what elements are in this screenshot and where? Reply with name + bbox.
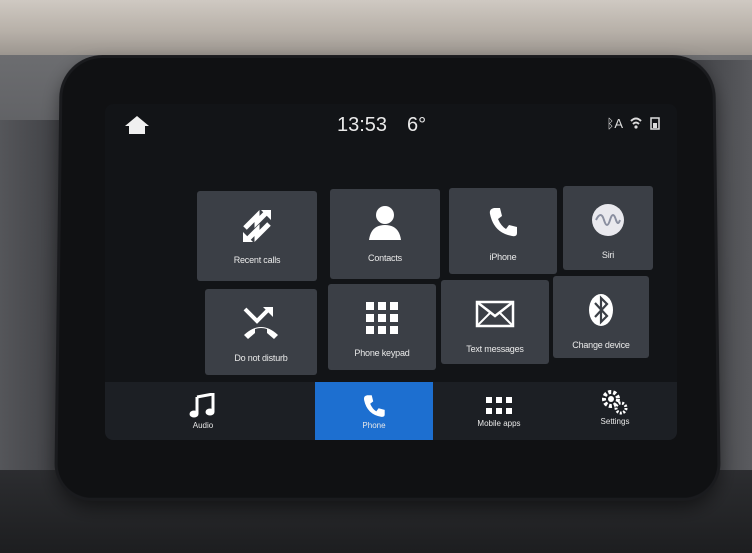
- tile-label: Phone keypad: [354, 348, 410, 358]
- music-note-icon: [189, 392, 215, 417]
- tile-phone-keypad[interactable]: Phone keypad: [328, 284, 436, 370]
- envelope-icon: [473, 294, 517, 334]
- tile-label: iPhone: [489, 252, 517, 262]
- tile-label: Text messages: [466, 344, 524, 354]
- nav-label: Settings: [600, 416, 630, 426]
- infotainment-screen: 13:53 6° ᛒA Recent calls Contacts iPhone…: [105, 104, 677, 440]
- gear-icon: [602, 389, 628, 414]
- nav-mobile-apps[interactable]: Mobile apps: [449, 382, 549, 440]
- bottom-nav: Audio Phone Mobile apps Settings: [105, 382, 677, 440]
- nav-phone[interactable]: Phone: [315, 382, 433, 440]
- tile-iphone[interactable]: iPhone: [449, 188, 557, 274]
- status-indicators: ᛒA: [607, 116, 661, 131]
- tile-change-device[interactable]: Change device: [553, 276, 649, 358]
- status-bar: 13:53 6° ᛒA: [105, 104, 677, 144]
- tile-label: Siri: [601, 250, 615, 260]
- phone-icon: [481, 202, 525, 242]
- recent-calls-icon: [235, 205, 279, 245]
- nav-settings[interactable]: Settings: [565, 374, 665, 440]
- nav-audio[interactable]: Audio: [153, 382, 253, 440]
- tile-do-not-disturb[interactable]: Do not disturb: [205, 289, 317, 375]
- siri-icon: [586, 200, 630, 240]
- tile-text-messages[interactable]: Text messages: [441, 280, 549, 364]
- tile-label: Contacts: [368, 253, 402, 263]
- tile-siri[interactable]: Siri: [563, 186, 653, 270]
- temperature: 6°: [407, 114, 427, 136]
- battery-icon: [650, 117, 660, 130]
- tile-recent-calls[interactable]: Recent calls: [197, 191, 317, 281]
- nav-label: Mobile apps: [477, 418, 521, 428]
- contact-icon: [363, 203, 407, 243]
- signal-icon: [630, 117, 642, 129]
- tile-label: Do not disturb: [234, 353, 288, 363]
- do-not-disturb-icon: [239, 303, 283, 343]
- tile-label: Change device: [572, 340, 630, 350]
- clock: 13:53: [337, 114, 388, 136]
- nav-label: Phone: [362, 420, 386, 430]
- keypad-icon: [360, 298, 404, 338]
- nav-label: Audio: [192, 420, 214, 430]
- bluetooth-icon: [579, 290, 623, 330]
- bluetooth-status-icon: ᛒA: [606, 116, 623, 131]
- phone-icon: [363, 394, 385, 417]
- tile-contacts[interactable]: Contacts: [330, 189, 440, 279]
- apps-grid-icon: [486, 396, 512, 414]
- home-icon[interactable]: [123, 115, 151, 135]
- tile-label: Recent calls: [233, 255, 281, 265]
